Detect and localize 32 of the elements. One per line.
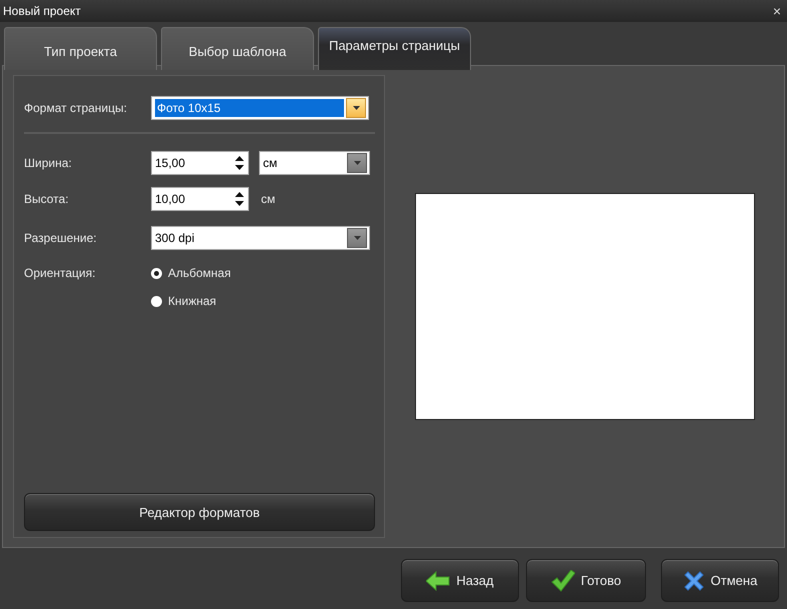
checkmark-icon xyxy=(550,570,575,592)
width-spinbox[interactable]: 15,00 xyxy=(151,151,249,175)
done-button[interactable]: Готово xyxy=(526,559,646,602)
dropdown-arrow-icon xyxy=(354,236,360,240)
format-editor-button[interactable]: Редактор форматов xyxy=(24,493,375,531)
spinner-arrows-icon[interactable] xyxy=(235,156,244,170)
close-button[interactable]: × xyxy=(772,3,781,19)
dropdown-arrow-icon xyxy=(352,106,360,110)
left-arrow-icon xyxy=(426,570,450,590)
window-title: Новый проект xyxy=(3,4,81,18)
spinner-arrows-icon[interactable] xyxy=(235,192,244,206)
tab[interactable]: Параметры страницы xyxy=(318,27,471,70)
unit-label: см xyxy=(261,192,276,206)
cancel-button[interactable]: Отмена xyxy=(661,559,779,602)
cross-icon xyxy=(682,570,705,592)
back-button[interactable]: Назад xyxy=(401,559,519,602)
radio-label: Книжная xyxy=(168,294,216,308)
field-label: Ширина: xyxy=(24,156,73,170)
tab[interactable]: Тип проекта xyxy=(4,27,157,70)
field-label: Разрешение: xyxy=(24,231,98,245)
dropdown-arrow-icon xyxy=(354,161,360,165)
resolution-dropdown[interactable]: 300 dpi xyxy=(151,226,370,250)
field-label: Высота: xyxy=(24,192,70,206)
radio-button[interactable] xyxy=(151,296,162,306)
field-label: Ориентация: xyxy=(24,266,96,280)
tab[interactable]: Выбор шаблона xyxy=(161,27,314,70)
radio-button[interactable] xyxy=(151,268,162,278)
radio-label: Альбомная xyxy=(168,266,231,280)
field-label: Формат страницы: xyxy=(24,101,128,115)
unit-dropdown[interactable]: см xyxy=(259,151,370,175)
format-dropdown[interactable]: Фото 10x15 xyxy=(151,96,369,120)
height-spinbox[interactable]: 10,00 xyxy=(151,187,249,211)
